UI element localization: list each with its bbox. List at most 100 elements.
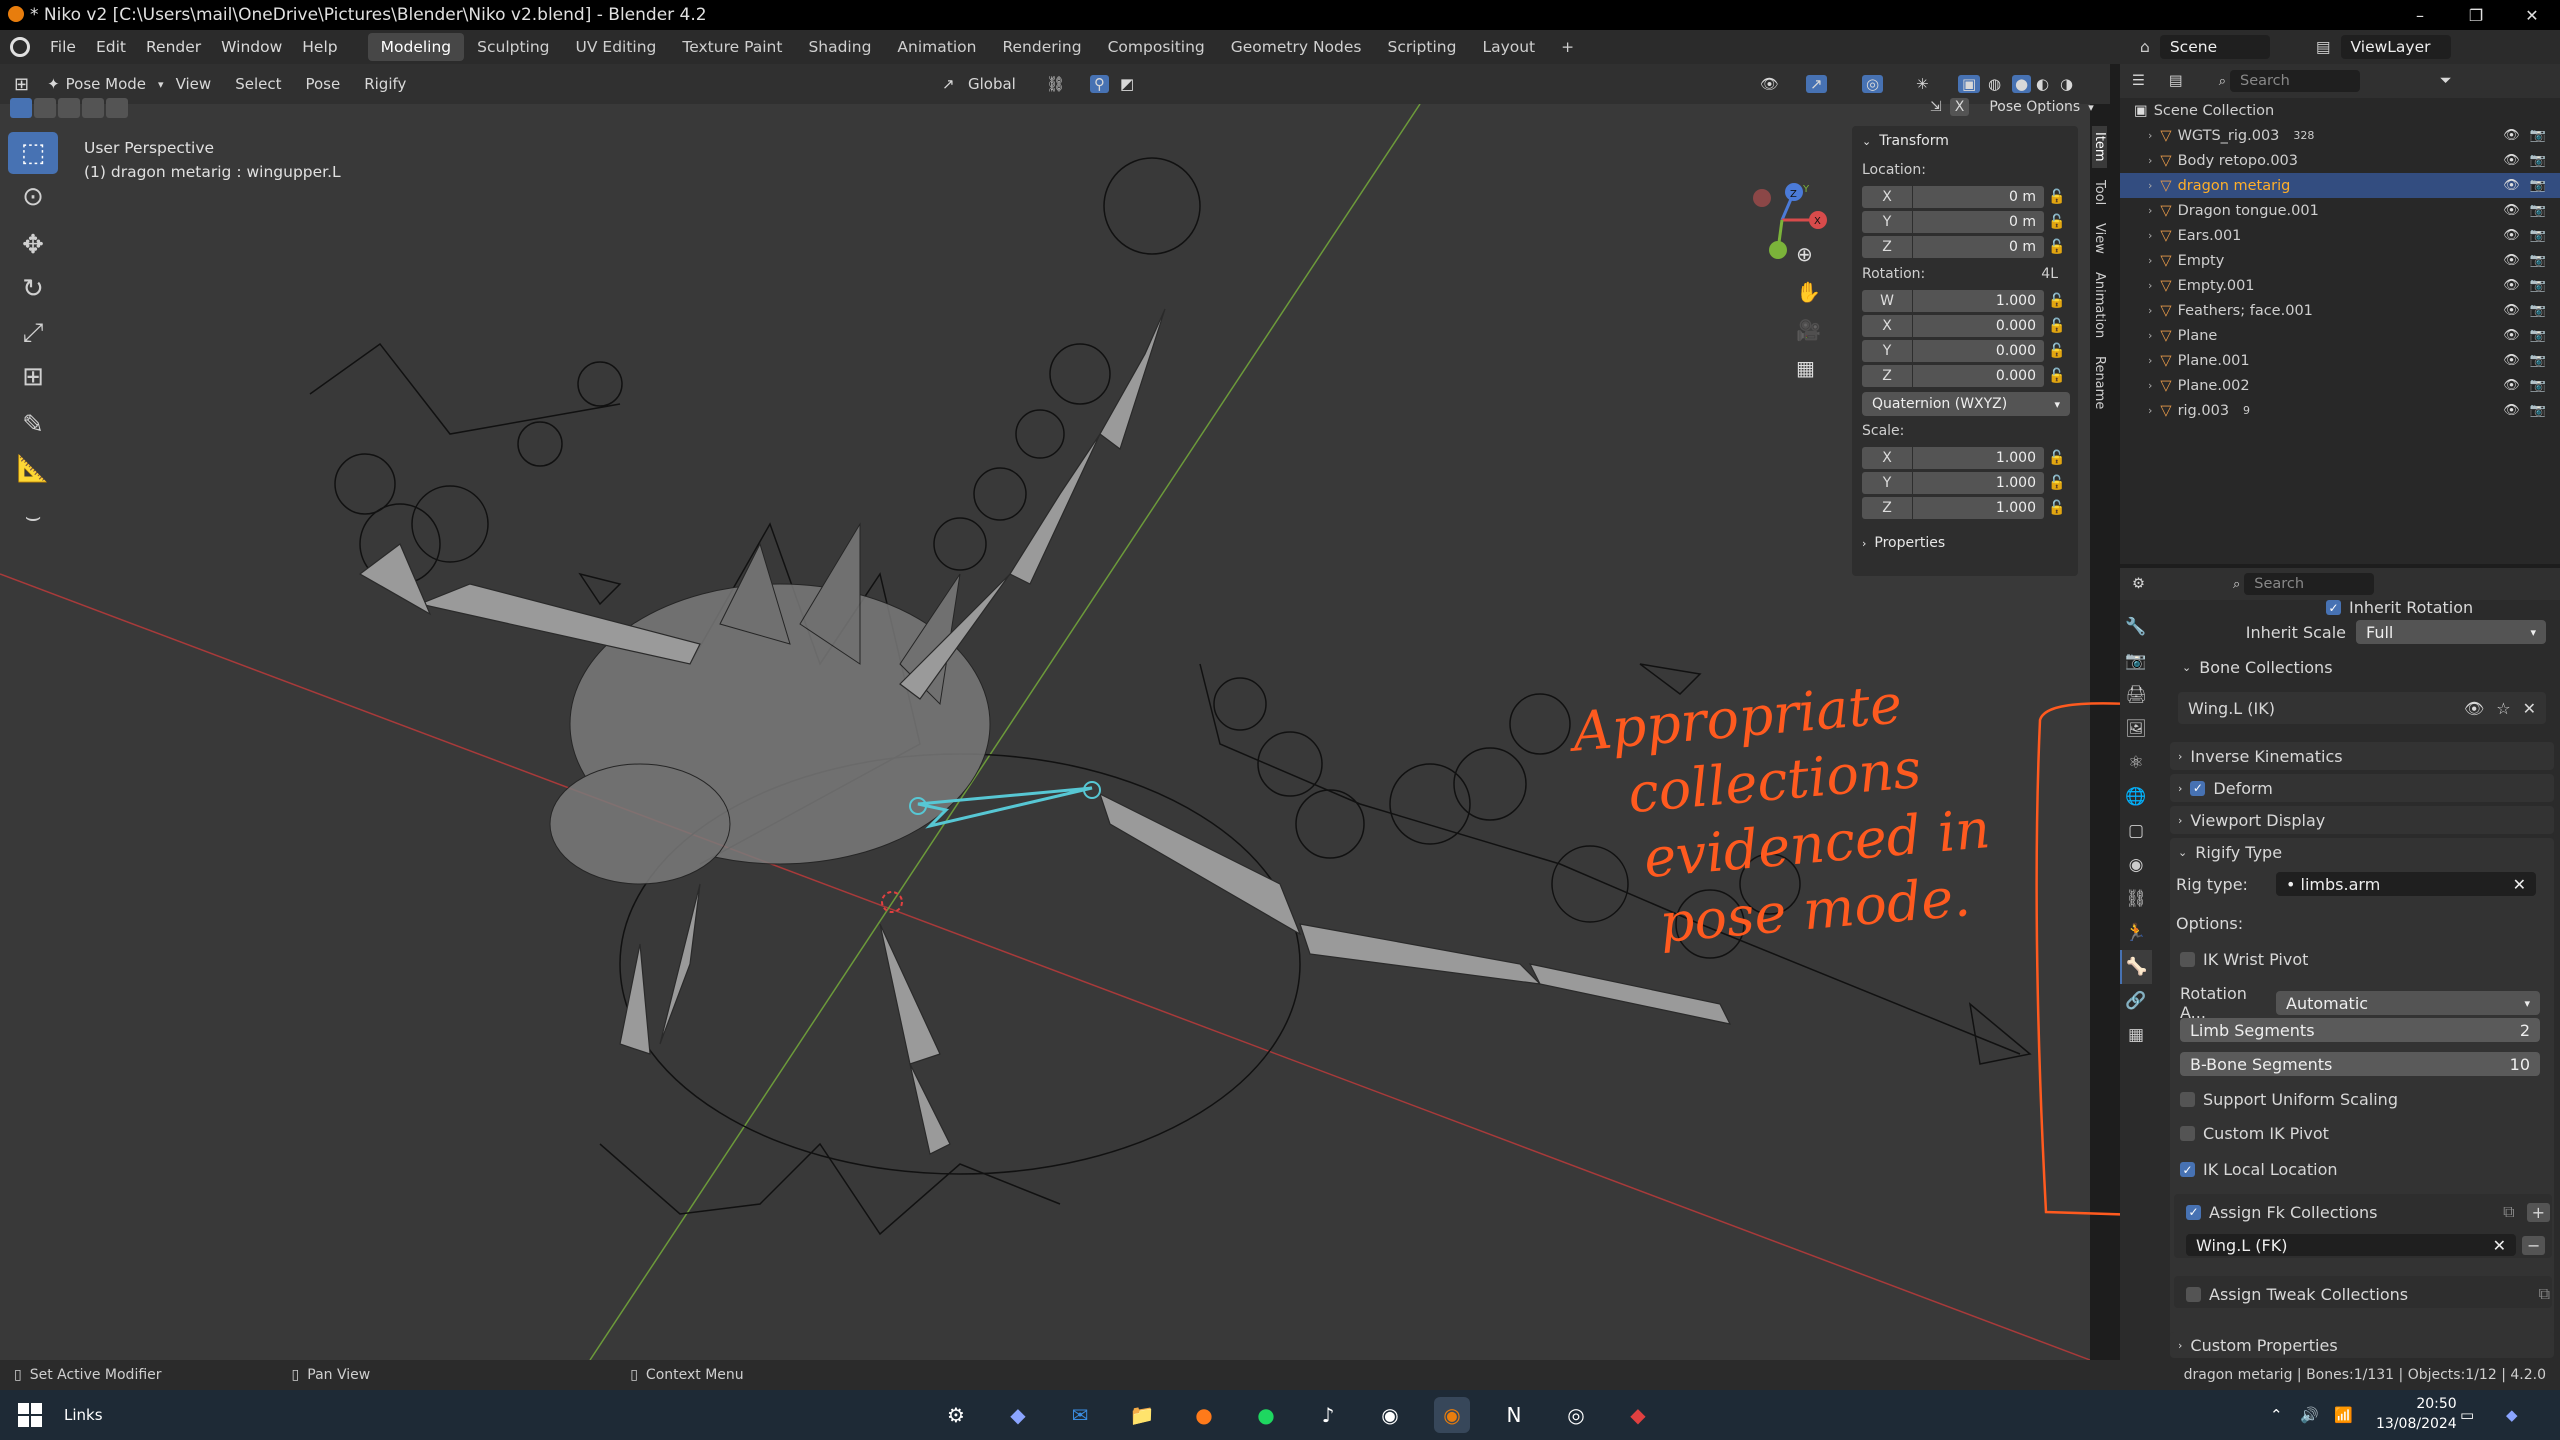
ik-wrist-pivot-checkbox[interactable]: [2180, 952, 2195, 967]
eye-icon[interactable]: 👁: [2503, 178, 2520, 193]
tab-uv-editing[interactable]: UV Editing: [563, 33, 670, 61]
file-explorer-app-icon[interactable]: 📁: [1124, 1397, 1160, 1433]
menu-view[interactable]: View: [164, 75, 224, 93]
bbone-segments-field[interactable]: B-Bone Segments 10: [2180, 1052, 2540, 1076]
outliner-row[interactable]: › ▽ rig.003 9 👁 📷: [2120, 398, 2560, 423]
expand-chevron-icon[interactable]: ›: [2148, 404, 2152, 417]
view-layer-properties-icon[interactable]: 🖼: [2120, 712, 2152, 746]
camera-icon[interactable]: 📷: [2530, 403, 2546, 418]
annotate-tool-icon[interactable]: ✎: [8, 404, 58, 446]
menu-pose[interactable]: Pose: [293, 75, 352, 93]
copilot-app-icon[interactable]: ◆: [1000, 1397, 1036, 1433]
transform-tool-icon[interactable]: ⊞: [8, 356, 58, 398]
app-icon[interactable]: ♪: [1310, 1397, 1346, 1433]
outliner-row[interactable]: › ▽ Body retopo.003 👁 📷: [2120, 148, 2560, 173]
location-y-field[interactable]: 0 m: [1913, 211, 2044, 233]
transform-panel-header[interactable]: ⌄ Transform: [1852, 126, 2078, 156]
outliner-row[interactable]: › ▽ Plane.002 👁 📷: [2120, 373, 2560, 398]
tool-properties-icon[interactable]: 🔧: [2120, 610, 2152, 644]
camera-icon[interactable]: 📷: [2530, 203, 2546, 218]
expand-chevron-icon[interactable]: ›: [2148, 304, 2152, 317]
solid-shading-icon[interactable]: ●: [2012, 75, 2032, 93]
tab-sculpting[interactable]: Sculpting: [464, 33, 562, 61]
filter-icon[interactable]: ⏷: [2440, 73, 2452, 89]
lock-icon[interactable]: 🔓: [2044, 475, 2070, 491]
expand-chevron-icon[interactable]: ›: [2148, 229, 2152, 242]
add-icon[interactable]: +: [2526, 1202, 2550, 1222]
pose-options-label[interactable]: Pose Options: [1989, 99, 2080, 115]
camera-icon[interactable]: 📷: [2530, 378, 2546, 393]
rotation-mode-dropdown[interactable]: Quaternion (WXYZ) ▾: [1862, 392, 2070, 416]
eye-icon[interactable]: 👁: [2464, 699, 2484, 718]
expand-chevron-icon[interactable]: ›: [2148, 254, 2152, 267]
camera-icon[interactable]: 📷: [2530, 228, 2546, 243]
outliner-item-name[interactable]: Feathers; face.001: [2178, 303, 2313, 319]
material-shading-icon[interactable]: ◐: [2036, 75, 2049, 93]
lock-icon[interactable]: 🔓: [2044, 368, 2070, 384]
rigify-type-header[interactable]: ⌄ Rigify Type: [2170, 838, 2554, 866]
close-button[interactable]: ✕: [2504, 0, 2560, 30]
xray-icon[interactable]: ✳: [1916, 75, 1929, 93]
app-icon[interactable]: ◎: [1558, 1397, 1594, 1433]
world-properties-icon[interactable]: 🌐: [2120, 780, 2152, 814]
rendered-shading-icon[interactable]: ◑: [2060, 75, 2073, 93]
select-invert-icon[interactable]: [82, 98, 104, 118]
rotation-x-field[interactable]: 0.000: [1913, 315, 2044, 337]
bone-properties-icon[interactable]: 🦴: [2120, 950, 2152, 984]
select-new-icon[interactable]: [10, 98, 32, 118]
notion-app-icon[interactable]: N: [1496, 1397, 1532, 1433]
physics-properties-icon[interactable]: ◉: [2120, 848, 2152, 882]
tab-modeling[interactable]: Modeling: [367, 33, 465, 61]
outliner-item-name[interactable]: Plane: [2178, 328, 2218, 344]
menu-help[interactable]: Help: [292, 38, 347, 56]
maximize-button[interactable]: ❐: [2448, 0, 2504, 30]
outliner-item-name[interactable]: Plane.002: [2178, 378, 2250, 394]
bone-collections-header[interactable]: ⌄ Bone Collections: [2182, 658, 2550, 677]
limb-segments-row[interactable]: Limb Segments 2: [2180, 1018, 2550, 1042]
scene-collection-row[interactable]: ▣ Scene Collection: [2120, 98, 2560, 123]
tab-view[interactable]: View: [2092, 217, 2107, 260]
scale-y-field[interactable]: 1.000: [1913, 472, 2044, 494]
gizmo-icon[interactable]: ↗: [1806, 75, 1827, 93]
eye-icon[interactable]: 👁: [2503, 403, 2520, 418]
expand-chevron-icon[interactable]: ›: [2148, 354, 2152, 367]
outliner-item-name[interactable]: dragon metarig: [2178, 178, 2291, 194]
render-properties-icon[interactable]: 📷: [2120, 644, 2152, 678]
scene-properties-icon[interactable]: ⚛: [2120, 746, 2152, 780]
location-x-field[interactable]: 0 m: [1913, 186, 2044, 208]
bbone-segments-row[interactable]: B-Bone Segments 10: [2180, 1052, 2550, 1076]
tab-item[interactable]: Item: [2092, 126, 2107, 168]
assign-fk-collections-row[interactable]: ✓ Assign Fk Collections ⧉ +: [2186, 1202, 2550, 1222]
camera-icon[interactable]: 📷: [2530, 253, 2546, 268]
outliner-row[interactable]: › ▽ Dragon tongue.001 👁 📷: [2120, 198, 2560, 223]
eye-icon[interactable]: 👁: [2503, 278, 2520, 293]
expand-chevron-icon[interactable]: ›: [2148, 154, 2152, 167]
copilot-tray-icon[interactable]: ◆: [2506, 1406, 2518, 1424]
outliner-item-name[interactable]: rig.003: [2178, 403, 2229, 419]
assign-tweak-collections-checkbox[interactable]: [2186, 1286, 2201, 1302]
windows-start-icon[interactable]: [18, 1403, 42, 1427]
visibility-icon[interactable]: 👁: [1760, 75, 1779, 93]
clock[interactable]: 20:50 13/08/2024: [2376, 1394, 2457, 1434]
rotate-tool-icon[interactable]: ↻: [8, 268, 58, 310]
ik-local-location-checkbox[interactable]: ✓: [2180, 1162, 2195, 1177]
select-extend-icon[interactable]: [34, 98, 56, 118]
settings-app-icon[interactable]: ⚙: [938, 1397, 974, 1433]
camera-icon[interactable]: 📷: [2530, 303, 2546, 318]
rotation-y-field[interactable]: 0.000: [1913, 340, 2044, 362]
texture-properties-icon[interactable]: ▦: [2120, 1018, 2152, 1052]
lock-icon[interactable]: 🔓: [2044, 189, 2070, 205]
rotation-w-field[interactable]: 1.000: [1913, 290, 2044, 312]
mode-selector[interactable]: Pose Mode: [60, 75, 158, 93]
outliner-item-name[interactable]: Empty.001: [2178, 278, 2255, 294]
object-properties-icon[interactable]: ▢: [2120, 814, 2152, 848]
scale-x-field[interactable]: 1.000: [1913, 447, 2044, 469]
tray-chevron-icon[interactable]: ⌃: [2270, 1406, 2283, 1424]
scale-tool-icon[interactable]: ⤢: [8, 312, 58, 354]
menu-edit[interactable]: Edit: [86, 38, 136, 56]
editor-type-icon[interactable]: ☰: [2132, 73, 2145, 89]
relax-pose-tool-icon[interactable]: ⌣: [8, 496, 58, 538]
star-icon[interactable]: ☆: [2496, 699, 2510, 718]
scene-selector[interactable]: Scene: [2159, 35, 2270, 59]
tab-scripting[interactable]: Scripting: [1375, 33, 1470, 61]
